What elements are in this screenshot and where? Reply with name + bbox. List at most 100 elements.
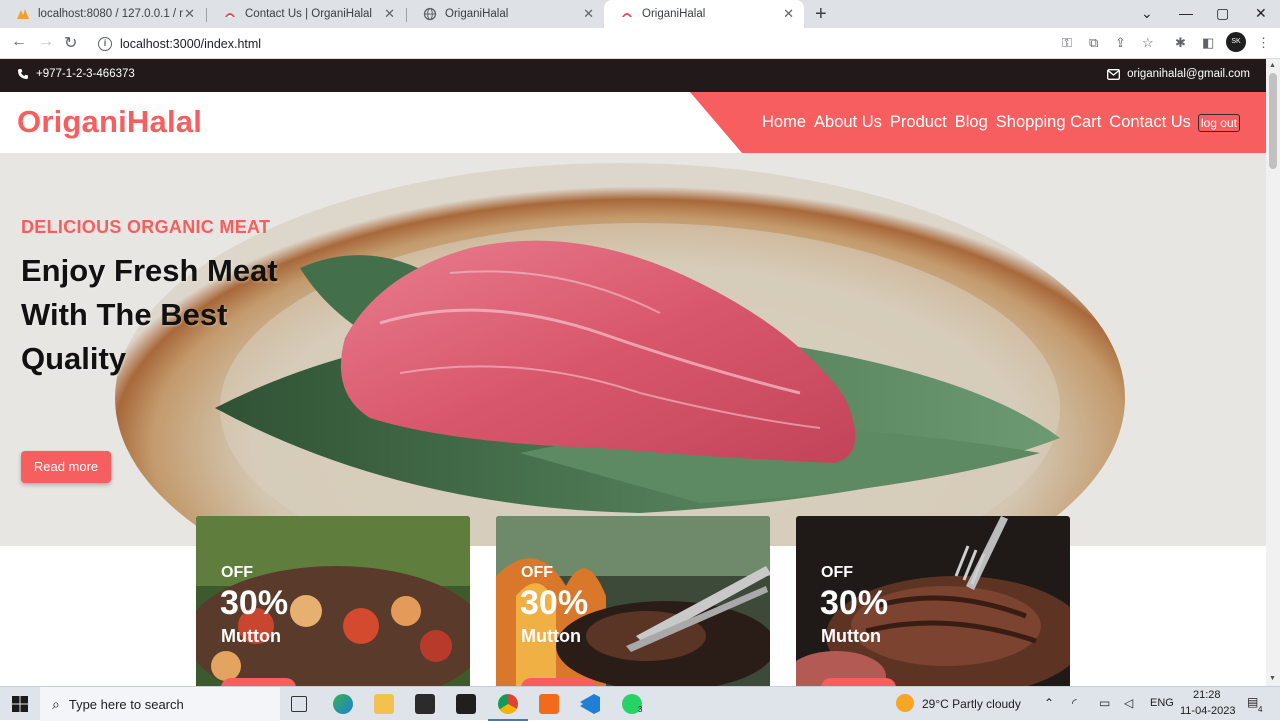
network-icon[interactable]: ◜ <box>1072 696 1077 710</box>
page-scrollbar[interactable]: ▲ ▼ <box>1266 59 1280 686</box>
browser-tab-strip: localhost:8080 / 127.0.0.1 / meat ✕ Cont… <box>0 0 1280 28</box>
email-address[interactable]: origanihalal@gmail.com <box>1127 68 1250 80</box>
hero-title-line: Quality <box>21 341 127 376</box>
browser-toolbar: ← → ↻ i localhost:3000/index.html ⚿ ⧉ ⇪ … <box>0 28 1280 59</box>
tab-search-chevron-icon[interactable]: ⌄ <box>1141 5 1153 22</box>
envelope-icon <box>1107 68 1121 80</box>
clock-time[interactable]: 21:28 <box>1193 689 1221 701</box>
chrome-icon[interactable] <box>498 694 518 714</box>
new-tab-icon[interactable]: + <box>815 4 827 24</box>
phone-number: +977-1-2-3-466373 <box>36 68 135 80</box>
close-tab-icon[interactable]: ✕ <box>583 7 594 21</box>
tab-title: OriganiHalal <box>642 8 706 20</box>
tab-title: localhost:8080 / 127.0.0.1 / meat <box>38 8 183 20</box>
phone-icon <box>18 69 28 79</box>
open-in-icon[interactable]: ⧉ <box>1089 35 1098 51</box>
offer-button[interactable] <box>221 678 296 686</box>
volume-icon[interactable]: ◁ <box>1124 696 1133 710</box>
minimize-icon[interactable]: — <box>1179 5 1193 21</box>
globe-icon <box>423 7 437 21</box>
weather-icon[interactable] <box>896 694 914 712</box>
browser-tab[interactable]: OriganiHalal ✕ <box>407 0 604 28</box>
vscode-icon[interactable] <box>580 694 600 714</box>
reload-icon[interactable]: ↻ <box>64 33 77 53</box>
scroll-up-icon[interactable]: ▲ <box>1269 62 1276 69</box>
offer-card[interactable]: OFF 30% Mutton <box>796 516 1070 686</box>
taskbar-search-box[interactable]: ⌕ Type here to search <box>40 687 280 721</box>
site-info-icon[interactable]: i <box>98 36 112 51</box>
windows-start-icon[interactable] <box>12 696 28 712</box>
nav-shopping-cart[interactable]: Shopping Cart <box>996 113 1102 132</box>
offer-button[interactable] <box>821 678 896 686</box>
tab-title: Contact Us | OrganiHalal <box>245 8 372 20</box>
offer-card[interactable]: OFF 30% Mutton <box>196 516 470 686</box>
hero-title-line: With The Best <box>21 297 228 332</box>
windows-taskbar: ⌕ Type here to search 3 29°C Partly clou… <box>0 686 1280 721</box>
key-icon[interactable]: ⚿ <box>1062 35 1072 51</box>
hero-banner: DELICIOUS ORGANIC MEAT Enjoy Fresh Meat … <box>0 153 1266 546</box>
offer-item: Mutton <box>221 626 281 646</box>
edge-icon[interactable] <box>333 694 353 714</box>
offer-percent: 30% <box>820 584 889 622</box>
close-tab-icon[interactable]: ✕ <box>384 7 395 21</box>
logout-button[interactable]: log out <box>1197 113 1240 132</box>
nav-home[interactable]: Home <box>762 113 806 132</box>
site-logo[interactable]: OriganiHalal <box>17 104 202 140</box>
hero-title-line: Enjoy Fresh Meat <box>21 253 278 288</box>
offer-percent: 30% <box>520 584 589 622</box>
browser-tab[interactable]: localhost:8080 / 127.0.0.1 / meat ✕ <box>0 0 205 28</box>
offers-section: OFF 30% Mutton OFF 30% Mutton OFF 30% Mu… <box>0 516 1266 686</box>
notification-icon[interactable]: ▤ <box>1247 695 1258 709</box>
offer-percent: 30% <box>220 584 289 622</box>
maximize-icon[interactable]: ▢ <box>1216 5 1229 22</box>
extensions-icon[interactable]: ✱ <box>1175 35 1186 51</box>
site-favicon-icon <box>620 7 634 21</box>
profile-avatar[interactable]: SK <box>1226 32 1246 52</box>
close-tab-icon[interactable]: ✕ <box>783 7 794 21</box>
email-contact: origanihalal@gmail.com <box>1107 68 1250 80</box>
nav-product[interactable]: Product <box>890 113 947 132</box>
close-tab-icon[interactable]: ✕ <box>184 7 195 21</box>
forward-icon[interactable]: → <box>38 33 54 51</box>
language-indicator[interactable]: ENG <box>1150 697 1174 709</box>
side-panel-icon[interactable]: ◧ <box>1202 35 1214 51</box>
file-explorer-icon[interactable] <box>374 694 394 714</box>
site-header: OriganiHalal Home About Us Product Blog … <box>0 92 1266 153</box>
battery-icon[interactable]: ▭ <box>1099 696 1110 710</box>
task-view-icon[interactable] <box>291 696 307 712</box>
close-window-icon[interactable]: ✕ <box>1255 5 1267 22</box>
page-viewport: +977-1-2-3-466373 origanihalal@gmail.com… <box>0 59 1266 686</box>
clock-date[interactable]: 11-04-2023 <box>1180 705 1235 717</box>
weather-text[interactable]: 29°C Partly cloudy <box>922 697 1021 711</box>
nav-contact-us[interactable]: Contact Us <box>1109 113 1191 132</box>
menu-kebab-icon[interactable]: ⋮ <box>1257 35 1270 51</box>
search-icon: ⌕ <box>52 695 60 712</box>
nav-blog[interactable]: Blog <box>955 113 988 132</box>
chevron-up-icon[interactable]: ⌃ <box>1044 696 1054 710</box>
taskbar-search-placeholder: Type here to search <box>68 696 184 712</box>
address-bar[interactable]: i localhost:3000/index.html <box>90 31 1190 56</box>
url-text: localhost:3000/index.html <box>120 36 262 51</box>
back-icon[interactable]: ← <box>11 33 27 51</box>
scroll-down-icon[interactable]: ▼ <box>1269 675 1276 682</box>
site-favicon-icon <box>223 7 237 21</box>
store-icon[interactable] <box>415 694 435 714</box>
read-more-button[interactable]: Read more <box>21 451 111 483</box>
browser-tab-active[interactable]: OriganiHalal ✕ <box>604 0 804 28</box>
offer-card[interactable]: OFF 30% Mutton <box>496 516 770 686</box>
phone-contact: +977-1-2-3-466373 <box>17 68 135 80</box>
share-icon[interactable]: ⇪ <box>1115 35 1126 51</box>
offer-item: Mutton <box>521 626 581 646</box>
offer-button[interactable] <box>521 678 596 686</box>
tab-title: OriganiHalal <box>445 8 509 20</box>
browser-tab[interactable]: Contact Us | OrganiHalal ✕ <box>207 0 405 28</box>
xampp-icon[interactable] <box>539 694 559 714</box>
bookmark-star-icon[interactable]: ☆ <box>1142 35 1154 51</box>
contact-topbar: +977-1-2-3-466373 origanihalal@gmail.com <box>0 59 1266 92</box>
hero-subtitle: DELICIOUS ORGANIC MEAT <box>21 217 271 237</box>
phpmyadmin-icon <box>16 7 30 21</box>
main-nav: Home About Us Product Blog Shopping Cart… <box>762 113 1240 132</box>
scrollbar-thumb[interactable] <box>1269 73 1277 169</box>
nav-about-us[interactable]: About Us <box>814 113 882 132</box>
mail-icon[interactable] <box>456 694 476 714</box>
